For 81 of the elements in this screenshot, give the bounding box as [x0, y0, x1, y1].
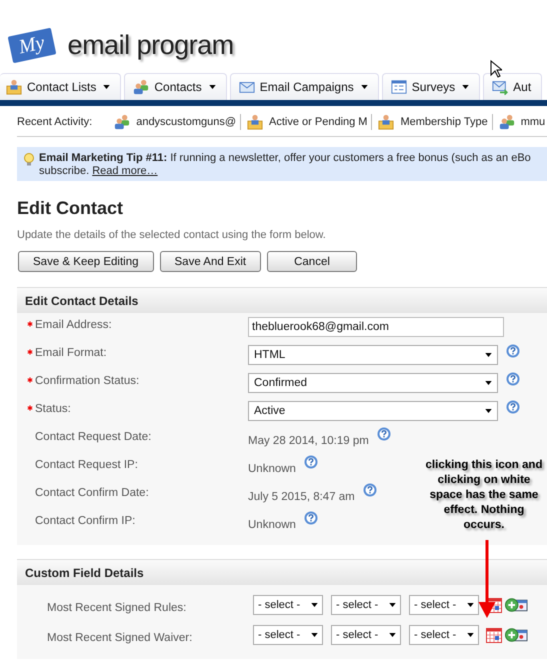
- field-label: Contact Confirm Date:: [35, 487, 149, 499]
- caret-icon: [103, 85, 110, 89]
- help-icon[interactable]: [506, 372, 520, 386]
- email-input-field[interactable]: thebluerook68@gmail.com: [248, 317, 504, 337]
- value-dropdown[interactable]: Confirmed: [248, 373, 498, 393]
- caret-icon: [467, 603, 474, 607]
- date-part-dropdown[interactable]: - select -: [253, 595, 323, 615]
- people-icon: [498, 114, 515, 130]
- page-description: Update the details of the selected contact using the form below.: [17, 229, 327, 241]
- folder-person-icon: [6, 79, 22, 95]
- add-date-icon[interactable]: [505, 627, 528, 643]
- read-more-link[interactable]: Read more…: [92, 165, 158, 177]
- recent-activity-link[interactable]: Active or Pending M: [247, 114, 372, 130]
- field-label: Email Address:: [35, 319, 112, 331]
- caret-icon: [311, 633, 318, 637]
- recent-activity-link[interactable]: andyscustomguns@: [114, 114, 242, 130]
- section-title: Custom Field Details: [25, 566, 144, 580]
- form-button[interactable]: Save And Exit: [160, 251, 262, 272]
- page-heading: Edit Contact: [17, 198, 124, 219]
- caret-icon: [485, 353, 492, 357]
- field-label: Status:: [35, 403, 71, 415]
- nav-tab[interactable]: Contacts: [124, 73, 227, 100]
- field-label: Email Format:: [35, 347, 107, 359]
- form-button[interactable]: Cancel: [267, 251, 357, 272]
- caret-icon: [467, 633, 474, 637]
- mouse-cursor-icon: [490, 60, 502, 78]
- date-part-dropdown[interactable]: - select -: [253, 625, 323, 645]
- annotation-text: clicking this icon and clicking on white space has the same effect. Nothing occurs.: [425, 458, 543, 533]
- field-value: May 28 2014, 10:19 pm: [248, 434, 369, 447]
- recent-activity-link[interactable]: Membership Type: [378, 114, 493, 130]
- caret-icon: [485, 409, 492, 413]
- caret-icon: [208, 85, 216, 89]
- section-title: Edit Contact Details: [25, 294, 138, 308]
- nav-tab[interactable]: Contact Lists: [0, 73, 122, 100]
- form-button[interactable]: Save & Keep Editing: [18, 251, 154, 272]
- caret-icon: [462, 85, 470, 89]
- help-icon[interactable]: [506, 400, 520, 414]
- calendar-icon[interactable]: [486, 627, 502, 643]
- field-value: Unknown: [248, 462, 296, 475]
- help-icon[interactable]: [304, 511, 318, 525]
- field-label: Most Recent Signed Rules:: [47, 602, 186, 614]
- logo-title: email program: [68, 30, 234, 60]
- folder-person-icon: [247, 114, 264, 130]
- tip-text-continuation: subscribe.: [39, 165, 90, 177]
- date-part-dropdown[interactable]: - select -: [409, 625, 479, 645]
- field-label: Most Recent Signed Waiver:: [47, 632, 192, 644]
- caret-icon: [389, 603, 396, 607]
- envelope-icon: [238, 79, 255, 95]
- folder-person-icon: [378, 114, 394, 130]
- logo-badge: My: [8, 27, 56, 63]
- lightbulb-icon: [23, 153, 35, 167]
- help-icon[interactable]: [362, 483, 377, 497]
- caret-icon: [311, 603, 318, 607]
- help-icon[interactable]: [376, 427, 391, 441]
- help-icon[interactable]: [304, 455, 318, 469]
- field-label: Contact Request Date:: [35, 431, 152, 443]
- people-icon: [114, 114, 130, 130]
- field-value: July 5 2015, 8:47 am: [248, 490, 355, 503]
- caret-icon: [485, 381, 492, 385]
- add-date-icon[interactable]: [505, 597, 528, 613]
- recent-activity-link[interactable]: mmu: [498, 114, 547, 130]
- nav-tab[interactable]: Aut: [483, 73, 542, 100]
- field-label: Contact Request IP:: [35, 459, 138, 471]
- value-dropdown[interactable]: Active: [248, 401, 498, 421]
- field-value: Unknown: [248, 518, 296, 531]
- value-dropdown[interactable]: HTML: [248, 345, 498, 365]
- date-part-dropdown[interactable]: - select -: [331, 625, 401, 645]
- form-icon: [390, 79, 407, 95]
- people-icon: [133, 79, 150, 95]
- field-label: Contact Confirm IP:: [35, 515, 136, 527]
- recent-activity-label: Recent Activity:: [17, 116, 92, 128]
- field-label: Confirmation Status:: [35, 375, 140, 387]
- nav-tab[interactable]: Surveys: [382, 73, 480, 100]
- date-part-dropdown[interactable]: - select -: [331, 595, 401, 615]
- nav-tab[interactable]: Email Campaigns: [230, 73, 379, 100]
- tip-text: Email Marketing Tip #11: If running a newsletter, offer your customers a free bonus (such as an eBo: [39, 152, 531, 164]
- caret-icon: [360, 85, 368, 89]
- caret-icon: [389, 633, 396, 637]
- help-icon[interactable]: [506, 344, 520, 358]
- envelope-arrow-icon: [492, 79, 508, 95]
- date-part-dropdown[interactable]: - select -: [409, 595, 479, 615]
